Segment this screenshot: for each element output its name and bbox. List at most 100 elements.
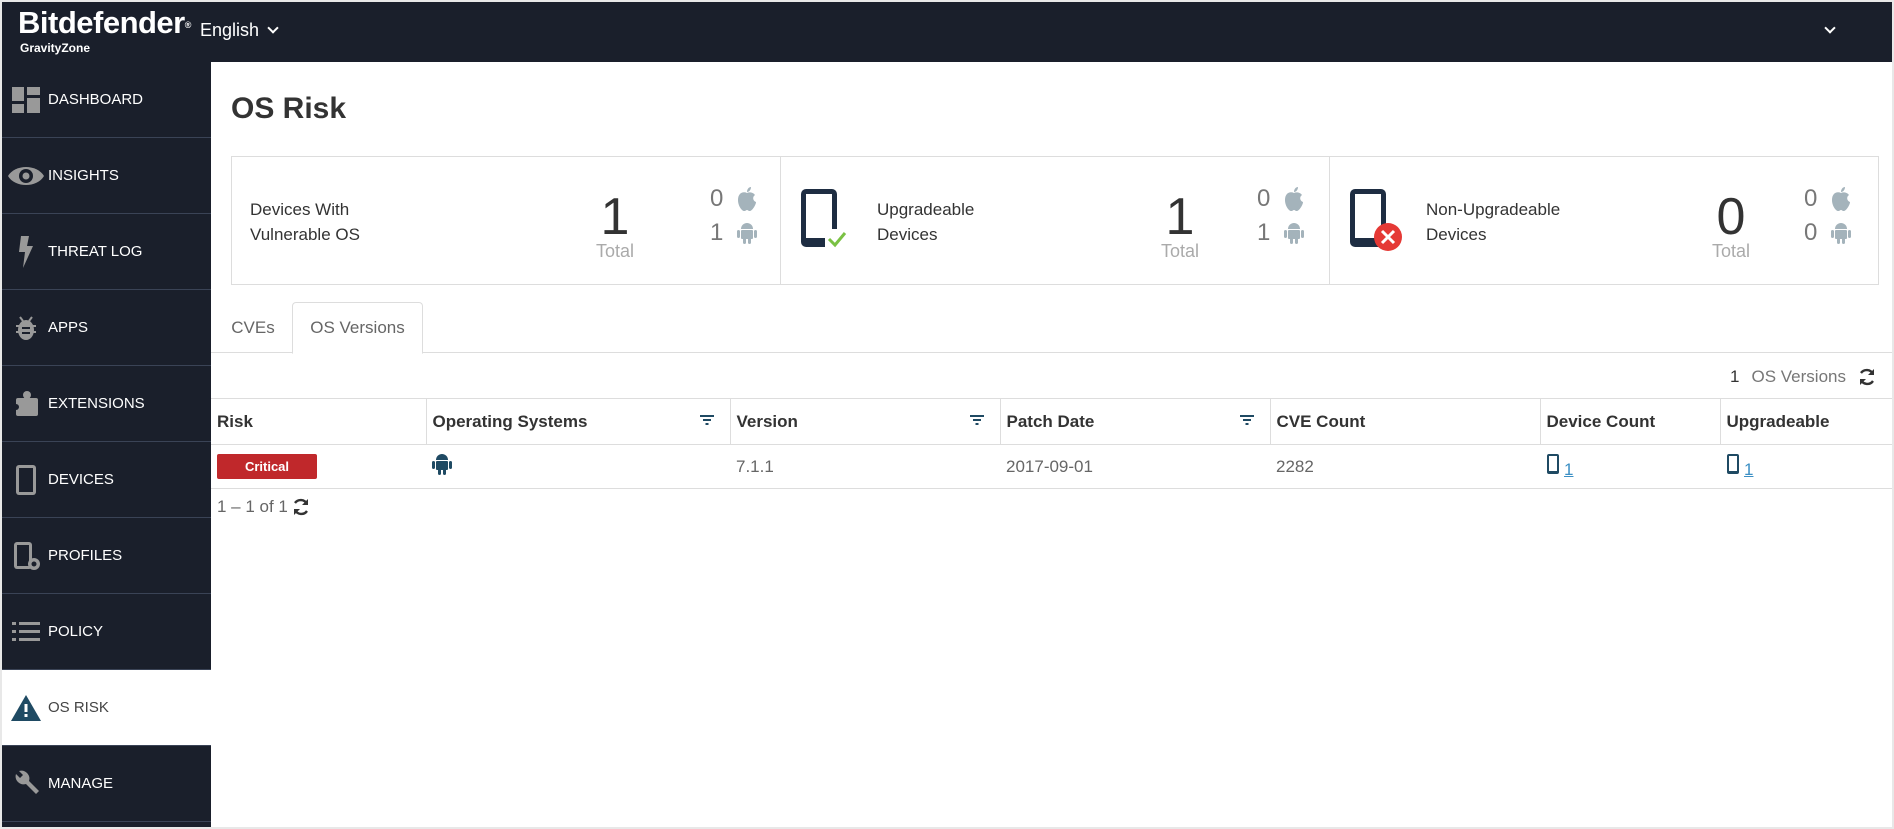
ios-count: 0 (1804, 185, 1851, 213)
apple-icon (738, 187, 757, 211)
sidebar-item-devices[interactable]: DEVICES (2, 442, 211, 518)
sidebar-item-label: APPS (48, 319, 89, 336)
card-total-label: Total (1160, 241, 1200, 261)
column-header-cve-count[interactable]: CVE Count (1270, 398, 1541, 445)
filter-icon[interactable] (969, 415, 984, 425)
language-selector[interactable]: English (200, 20, 279, 41)
phone-error-icon (1348, 187, 1404, 258)
phone-check-icon (799, 187, 849, 256)
upgradeable-cell: 1 (1720, 444, 1892, 489)
sidebar-item-label: THREAT LOG (48, 243, 143, 260)
android-icon (1831, 223, 1852, 244)
top-bar: Bitdefender® GravityZone English (2, 2, 1892, 62)
sidebar-item-label: POLICY (48, 623, 104, 640)
logo: Bitdefender® GravityZone (18, 5, 191, 55)
tab-cves[interactable]: CVEs (221, 302, 285, 353)
stat-card-vulnerable-os: Devices With Vulnerable OS 1 Total 0 1 (232, 157, 781, 284)
sidebar-item-label: DASHBOARD (48, 91, 144, 108)
pagination: 1 – 1 of 1 (217, 497, 310, 517)
sidebar-item-label: OS RISK (48, 699, 109, 716)
user-menu-toggle[interactable] (1820, 20, 1840, 40)
warning-icon (10, 692, 42, 724)
table-header-row: Risk Operating Systems Version Patch Dat… (211, 398, 1892, 445)
results-count: 1 (1730, 367, 1740, 386)
stat-card-non-upgradeable: Non-Upgradeable Devices 0 Total 0 0 (1330, 157, 1878, 284)
filter-icon[interactable] (1239, 415, 1254, 425)
chevron-down-icon (1824, 21, 1836, 34)
results-summary: 1 OS Versions (1730, 367, 1876, 387)
stat-card-upgradeable: Upgradeable Devices 1 Total 0 1 (781, 157, 1330, 284)
card-total: 0 (1716, 188, 1746, 246)
ios-count: 0 (710, 185, 757, 213)
chevron-down-icon (267, 22, 279, 34)
filter-icon[interactable] (699, 415, 714, 425)
sidebar-item-label: DEVICES (48, 471, 114, 488)
phone-settings-icon (10, 540, 42, 572)
sidebar-item-profiles[interactable]: PROFILES (2, 518, 211, 594)
table-row[interactable]: Critical 7.1.1 2017-09-01 2282 1 1 (211, 444, 1892, 489)
os-versions-table: Risk Operating Systems Version Patch Dat… (211, 398, 1892, 489)
sidebar-item-policy[interactable]: POLICY (2, 594, 211, 670)
page-title: OS Risk (231, 92, 347, 125)
list-icon (10, 616, 42, 648)
column-header-patch-date[interactable]: Patch Date (1000, 398, 1271, 445)
sidebar-item-label: EXTENSIONS (48, 395, 145, 412)
sidebar-item-threat-log[interactable]: THREAT LOG (2, 214, 211, 290)
risk-badge: Critical (217, 454, 317, 479)
card-title: Upgradeable Devices (877, 200, 975, 244)
android-icon (1284, 223, 1305, 244)
tab-os-versions[interactable]: OS Versions (292, 302, 423, 354)
card-total-label: Total (595, 241, 635, 261)
android-count: 0 (1804, 219, 1852, 247)
puzzle-icon (10, 388, 42, 420)
sidebar-item-dashboard[interactable]: DASHBOARD (2, 62, 211, 138)
upgradeable-link[interactable]: 1 (1744, 460, 1753, 479)
sidebar-item-label: MANAGE (48, 775, 114, 792)
column-header-risk[interactable]: Risk (211, 398, 427, 445)
device-count-link[interactable]: 1 (1564, 460, 1573, 479)
bug-icon (10, 312, 42, 344)
card-title: Devices With Vulnerable OS (250, 200, 360, 244)
android-icon (432, 454, 452, 475)
patch-date-cell: 2017-09-01 (1000, 444, 1270, 489)
refresh-icon[interactable] (292, 498, 310, 516)
card-total: 1 (600, 188, 630, 246)
phone-icon (1547, 454, 1559, 474)
sidebar-item-manage[interactable]: MANAGE (2, 746, 211, 822)
android-count: 1 (1257, 219, 1305, 247)
apple-icon (1285, 187, 1304, 211)
sidebar-item-apps[interactable]: APPS (2, 290, 211, 366)
sidebar-item-extensions[interactable]: EXTENSIONS (2, 366, 211, 442)
phone-icon (1727, 454, 1739, 474)
column-header-version[interactable]: Version (730, 398, 1001, 445)
card-total: 1 (1165, 188, 1195, 246)
brand-name: Bitdefender (18, 5, 185, 40)
column-header-device-count[interactable]: Device Count (1540, 398, 1721, 445)
sidebar-item-label: INSIGHTS (48, 167, 119, 184)
dashboard-icon (10, 84, 42, 116)
eye-icon (6, 160, 46, 192)
sidebar-item-insights[interactable]: INSIGHTS (2, 138, 211, 214)
brand-subtitle: GravityZone (20, 40, 91, 55)
column-header-upgradeable[interactable]: Upgradeable (1720, 398, 1892, 445)
lightning-icon (10, 235, 42, 268)
language-label: English (200, 20, 260, 40)
sidebar: DASHBOARD INSIGHTS THREAT LOG APPS EXTEN… (2, 62, 211, 827)
sidebar-item-label: PROFILES (48, 547, 123, 564)
device-count-cell: 1 (1540, 444, 1720, 489)
wrench-icon (10, 768, 42, 800)
phone-icon (10, 464, 42, 496)
column-header-operating-systems[interactable]: Operating Systems (426, 398, 731, 445)
card-title: Non-Upgradeable Devices (1426, 200, 1561, 244)
version-cell: 7.1.1 (730, 444, 1000, 489)
sidebar-item-os-risk[interactable]: OS RISK (2, 670, 211, 746)
app-window: Bitdefender® GravityZone English DASHBOA… (2, 2, 1892, 827)
tab-bar: CVEs OS Versions (211, 302, 1892, 354)
ios-count: 0 (1257, 185, 1304, 213)
refresh-icon[interactable] (1858, 368, 1876, 386)
apple-icon (1832, 187, 1851, 211)
android-icon (737, 223, 758, 244)
main-content: OS Risk Devices With Vulnerable OS 1 Tot… (211, 62, 1892, 827)
card-total-label: Total (1711, 241, 1751, 261)
results-label: OS Versions (1751, 367, 1847, 386)
